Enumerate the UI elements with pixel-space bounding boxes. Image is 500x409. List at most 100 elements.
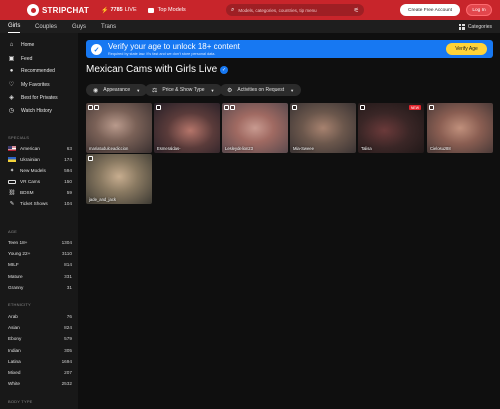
model-name: Mia-Sweee <box>293 146 314 151</box>
sidebar-item-american[interactable]: American 63 <box>8 146 72 151</box>
sidebar-item-ukrainian[interactable]: Ukrainian 174 <box>8 157 72 162</box>
age-verification-banner: ✓ Verify your age to unlock 18+ content … <box>86 40 493 58</box>
home-icon: ⌂ <box>9 42 14 48</box>
sidebar-item-ethnicity[interactable]: Mixed 207 <box>8 370 72 375</box>
logo[interactable]: STRIPCHAT <box>27 4 89 16</box>
lightning-icon: ⚡ <box>100 7 109 14</box>
activities-filter[interactable]: ⚙ Activities on Request ▼ <box>220 84 302 96</box>
sidebar-item-bdsm[interactable]: ⛓ BDSM 59 <box>8 190 73 196</box>
sidebar-item-age[interactable]: Mature 331 <box>8 274 72 279</box>
sidebar-item-age[interactable]: Granny 31 <box>8 285 72 290</box>
model-card[interactable]: Lesleydelion23 <box>222 103 288 153</box>
eye-icon: ◉ <box>93 87 99 94</box>
trophy-icon <box>147 7 154 13</box>
sidebar-item-ethnicity[interactable]: Indian 305 <box>8 348 72 353</box>
sidebar-item-label: Mature <box>8 274 23 279</box>
tab-guys[interactable]: Guys <box>72 20 86 33</box>
item-count: 59 <box>66 190 72 195</box>
sidebar-item-label: Indian <box>8 348 21 353</box>
ticket-icon: ✎ <box>9 200 15 207</box>
interactive-toy-icon <box>94 105 99 110</box>
sidebar-item-vr-cams[interactable]: VR Cams 150 <box>8 179 72 184</box>
model-name: mariatudulceadiccion <box>89 146 129 151</box>
sidebar-item-home[interactable]: ⌂ Home <box>8 42 35 48</box>
mobile-icon <box>224 105 229 110</box>
item-count: 207 <box>64 370 72 375</box>
sidebar-item-age[interactable]: MILF 814 <box>8 262 72 267</box>
live-counter[interactable]: ⚡ 7785 LIVE <box>101 7 137 14</box>
model-card[interactable]: Cielosuz88 <box>427 103 493 153</box>
model-name: Cielosuz88 <box>430 146 451 151</box>
appearance-filter[interactable]: ◉ Appearance ▼ <box>86 84 148 96</box>
sidebar-item-label: Teen 18+ <box>8 240 28 245</box>
feed-icon: ▣ <box>8 56 15 62</box>
categories-button[interactable]: Categories <box>458 20 492 33</box>
item-count: 305 <box>64 348 72 353</box>
card-icons <box>88 156 94 161</box>
filter-sliders-icon[interactable]: ⚟ <box>354 7 359 14</box>
chevron-down-icon: ▼ <box>210 87 215 93</box>
sidebar-item-label: Home <box>21 42 35 48</box>
checkmark-icon: ✓ <box>91 44 102 55</box>
logo-text: STRIPCHAT <box>42 5 89 15</box>
sidebar-item-ethnicity[interactable]: White 2532 <box>8 381 72 386</box>
sidebar-item-age[interactable]: Teen 18+ 1304 <box>8 240 72 245</box>
price-icon: ⚖ <box>152 87 158 94</box>
model-name: jade_and_jack <box>89 197 117 202</box>
privates-icon: ◈ <box>9 95 14 101</box>
sidebar-item-label: Ukrainian <box>20 157 40 162</box>
model-name: Lesleydelion23 <box>225 146 253 151</box>
tab-trans[interactable]: Trans <box>101 20 116 33</box>
sidebar-item-label: Asian <box>8 325 20 330</box>
card-icons <box>88 105 100 110</box>
top-models-link[interactable]: Top Models <box>147 7 186 13</box>
grid-icon <box>458 23 465 30</box>
sidebar-item-label: Arab <box>8 314 18 319</box>
sidebar-item-label: Feed <box>21 55 33 62</box>
search-bar[interactable]: ⌕ ⚟ <box>226 4 364 16</box>
tab-girls[interactable]: Girls <box>8 20 21 33</box>
sidebar-item-label: American <box>20 146 40 151</box>
price-show-filter[interactable]: ⚖ Price & Show Type ▼ <box>145 84 222 96</box>
sidebar-item-ethnicity[interactable]: Ebony 579 <box>8 336 72 341</box>
ua-flag-icon <box>8 157 16 162</box>
model-card[interactable]: jade_and_jack <box>86 154 152 204</box>
sidebar-item-recommended[interactable]: ● Recommended <box>8 68 55 74</box>
sidebar-item-label: Latina <box>8 359 21 364</box>
login-button[interactable]: Log In <box>466 4 492 16</box>
sidebar-item-label: Young 22+ <box>8 251 31 256</box>
sidebar-item-privates[interactable]: ◈ Best for Privates <box>8 94 58 102</box>
sidebar-item-age[interactable]: Young 22+ 3110 <box>8 251 72 256</box>
banner-subtitle: Required by state law. It's fast and we … <box>108 52 216 56</box>
item-count: 1304 <box>61 240 72 245</box>
new-badge: NEW <box>408 105 421 110</box>
sidebar-item-label: New Models <box>20 168 46 173</box>
model-card[interactable]: Mia-Sweee <box>290 103 356 153</box>
model-card[interactable]: Esmeraldas- <box>154 103 220 153</box>
sidebar-item-favorites[interactable]: ♡ My Favorites <box>8 81 50 89</box>
verify-age-button[interactable]: Verify Age <box>446 43 487 55</box>
logo-icon <box>27 4 39 16</box>
sidebar-item-ethnicity[interactable]: Arab 76 <box>8 314 72 319</box>
sidebar-item-feed[interactable]: ▣ Feed <box>8 55 33 63</box>
page-title: Mexican Cams with Girls Live ✓ <box>86 64 229 75</box>
new-icon: ✦ <box>9 167 15 174</box>
item-count: 814 <box>64 262 72 267</box>
model-card[interactable]: mariatudulceadiccion <box>86 103 152 153</box>
sidebar-item-ethnicity[interactable]: Latina 1694 <box>8 359 72 364</box>
sidebar-item-history[interactable]: ◷ Watch History <box>8 107 52 115</box>
sidebar-item-ticket-shows[interactable]: ✎ Ticket Shows 104 <box>8 200 72 207</box>
specials-title: SPECIALS <box>8 135 30 140</box>
tab-couples[interactable]: Couples <box>35 20 57 33</box>
model-card[interactable]: NEW Talisa <box>358 103 424 153</box>
search-input[interactable] <box>238 7 339 13</box>
live-count: 7785 <box>110 7 123 13</box>
filter-label: Price & Show Type <box>162 87 205 93</box>
us-flag-icon <box>8 146 16 151</box>
sidebar-item-new-models[interactable]: ✦ New Models 594 <box>8 167 72 174</box>
create-account-button[interactable]: Create Free Account <box>400 4 460 16</box>
sidebar-item-ethnicity[interactable]: Asian 824 <box>8 325 72 330</box>
chevron-down-icon: ▼ <box>136 87 141 93</box>
categories-label: Categories <box>467 23 492 30</box>
sidebar-item-label: Best for Privates <box>21 94 58 101</box>
